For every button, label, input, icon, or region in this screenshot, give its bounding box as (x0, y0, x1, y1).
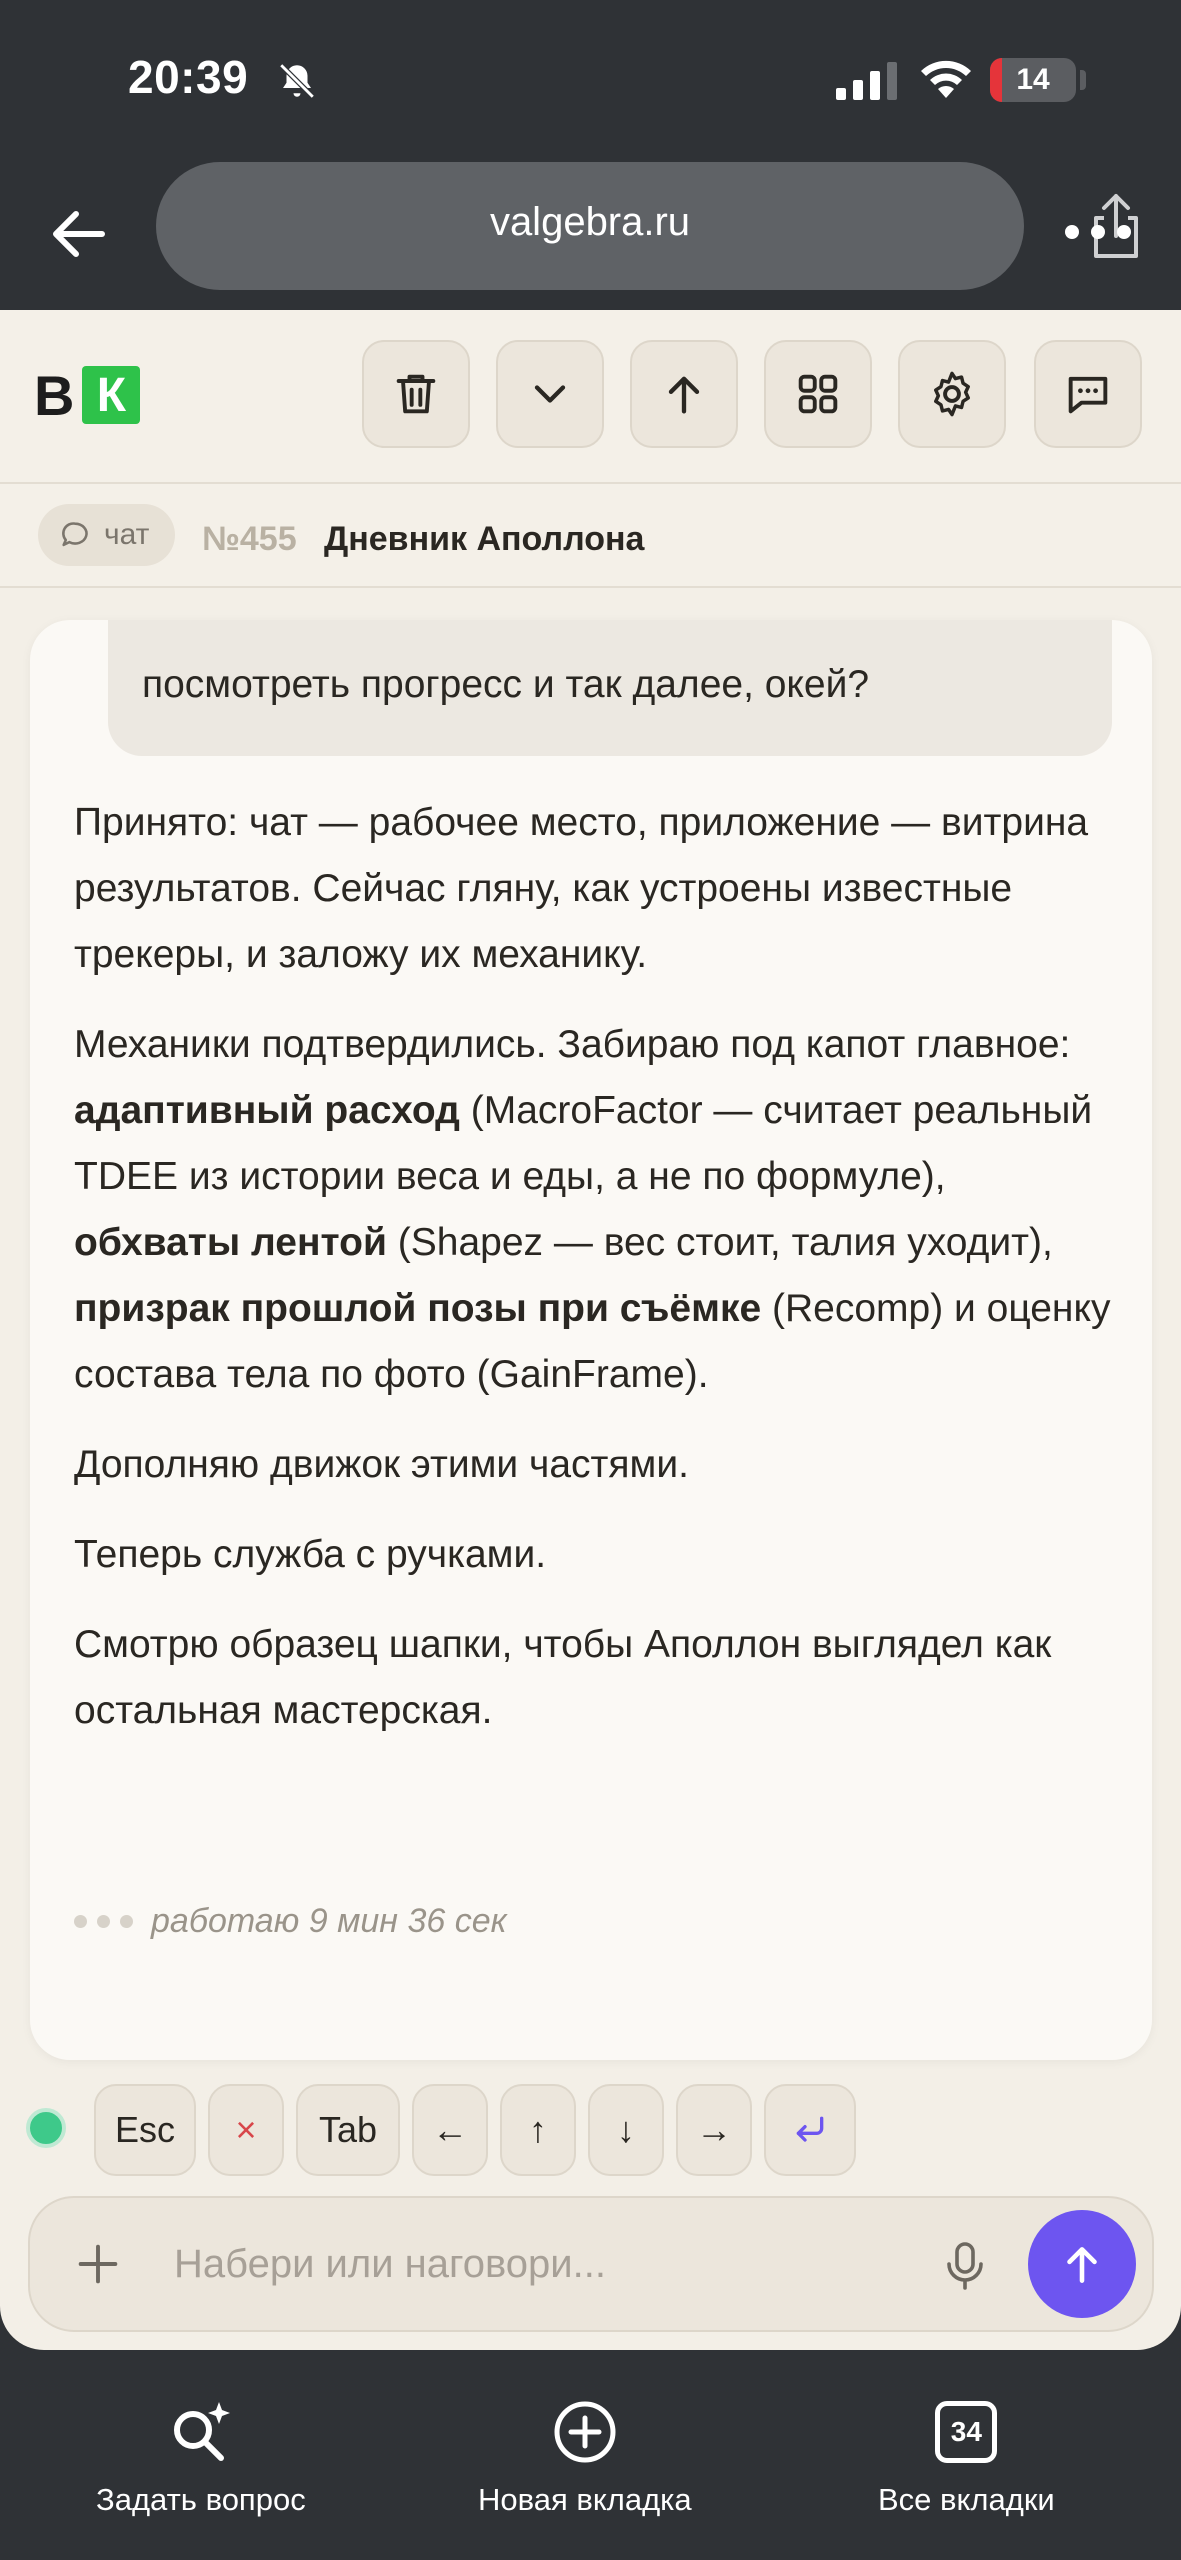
logo-letter-b: В (34, 363, 75, 427)
battery-indicator: 14 (990, 58, 1076, 102)
plus-icon[interactable] (72, 2238, 124, 2290)
arrow-up-icon (1067, 2247, 1097, 2283)
reply-paragraph: Механики подтвердились. Забираю под капо… (74, 1012, 1114, 1408)
chat-icon (1068, 376, 1108, 414)
working-indicator: работаю 9 мин 36 сек (74, 1902, 507, 1941)
chat-chip-label: чат (104, 518, 150, 551)
user-message-text: посмотреть прогресс и так далее, окей? (142, 663, 870, 706)
arrow-down-key[interactable]: ↓ (588, 2084, 664, 2176)
url-field[interactable]: valgebra.ru (156, 162, 1138, 290)
new-tab-button[interactable]: Новая вкладка (478, 2396, 692, 2518)
cellular-signal-icon (836, 62, 897, 100)
user-message-bubble: посмотреть прогресс и так далее, окей? (108, 620, 1112, 756)
reply-bold: обхваты лентой (74, 1221, 387, 1264)
return-icon (796, 2116, 824, 2142)
more-icon[interactable] (1062, 220, 1134, 244)
typing-dot (120, 1915, 133, 1928)
settings-button[interactable] (898, 340, 1006, 448)
plus-circle-icon (554, 2401, 616, 2463)
arrow-right-key[interactable]: → (676, 2084, 752, 2176)
gear-icon (934, 371, 970, 417)
arrow-up-key[interactable]: ↑ (500, 2084, 576, 2176)
battery-level: 14 (1016, 63, 1050, 96)
all-tabs-label: Все вкладки (878, 2482, 1055, 2517)
browser-bottom-toolbar: Задать вопрос Новая вкладка 34 Все вклад… (0, 2350, 1181, 2560)
send-button[interactable] (1028, 2210, 1136, 2318)
typing-dot (74, 1915, 87, 1928)
logo-letter-k: К (82, 366, 141, 424)
message-card: посмотреть прогресс и так далее, окей? П… (30, 620, 1152, 2060)
grid-icon (798, 374, 838, 414)
reply-paragraph: Принято: чат — рабочее место, приложение… (74, 801, 1089, 976)
scroll-down-button[interactable] (496, 340, 604, 448)
web-page: В К чат №455 Дневник Аполлона посмотреть… (0, 310, 1181, 2350)
browser-address-bar: valgebra.ru (0, 160, 1181, 310)
upload-button[interactable] (630, 340, 738, 448)
logo[interactable]: В К (34, 364, 141, 427)
chat-bubble-icon (62, 522, 88, 547)
reply-bold: адаптивный расход (74, 1089, 460, 1132)
thread-title: Дневник Аполлона (324, 520, 645, 558)
apps-button[interactable] (764, 340, 872, 448)
message-composer (28, 2196, 1154, 2332)
reply-text: (Shapez — вес стоит, талия уходит), (386, 1221, 1053, 1264)
reply-text: Механики подтвердились. Забираю под капо… (74, 1023, 1071, 1066)
assistant-reply: Принято: чат — рабочее место, приложение… (74, 790, 1114, 1768)
wifi-icon (921, 60, 971, 98)
all-tabs-button[interactable]: 34 Все вкладки (878, 2396, 1055, 2518)
cancel-key[interactable]: × (208, 2084, 284, 2176)
ask-question-label: Задать вопрос (96, 2482, 306, 2517)
new-tab-label: Новая вкладка (478, 2482, 692, 2517)
reply-paragraph: Дополняю движок этими частями. (74, 1443, 689, 1486)
reply-paragraph: Смотрю образец шапки, чтобы Аполлон выгл… (74, 1623, 1052, 1732)
back-arrow-icon[interactable] (40, 194, 120, 274)
esc-key[interactable]: Esc (94, 2084, 196, 2176)
url-text: valgebra.ru (489, 200, 691, 244)
thread-number: №455 (202, 520, 297, 558)
chat-button[interactable] (1034, 340, 1142, 448)
chevron-down-icon (534, 385, 566, 403)
tabs-count-icon: 34 (935, 2401, 998, 2463)
app-header: В К (0, 310, 1181, 484)
ask-question-button[interactable]: Задать вопрос (96, 2396, 306, 2518)
search-sparkle-icon (173, 2402, 230, 2461)
status-bar: 20:39 14 (0, 0, 1181, 160)
typing-dot (97, 1915, 110, 1928)
status-time: 20:39 (128, 51, 249, 103)
battery-cap (1080, 70, 1086, 90)
terminal-key-row: Esc × Tab ← ↑ ↓ → (0, 2078, 1181, 2178)
reply-bold: призрак прошлой позы при съёмке (74, 1287, 762, 1330)
message-input[interactable] (174, 2228, 914, 2300)
tab-key[interactable]: Tab (296, 2084, 400, 2176)
connection-status-dot (26, 2108, 66, 2148)
bell-muted-icon (279, 63, 315, 99)
enter-key[interactable] (764, 2084, 856, 2176)
microphone-icon[interactable] (940, 2238, 990, 2294)
working-status: работаю 9 мин 36 сек (151, 1902, 507, 1940)
arrow-up-icon (668, 376, 700, 414)
breadcrumb: чат №455 Дневник Аполлона (0, 484, 1181, 588)
arrow-left-key[interactable]: ← (412, 2084, 488, 2176)
reply-paragraph: Теперь служба с ручками. (74, 1533, 547, 1576)
chat-chip[interactable]: чат (38, 504, 176, 566)
trash-icon (396, 374, 436, 414)
delete-button[interactable] (362, 340, 470, 448)
